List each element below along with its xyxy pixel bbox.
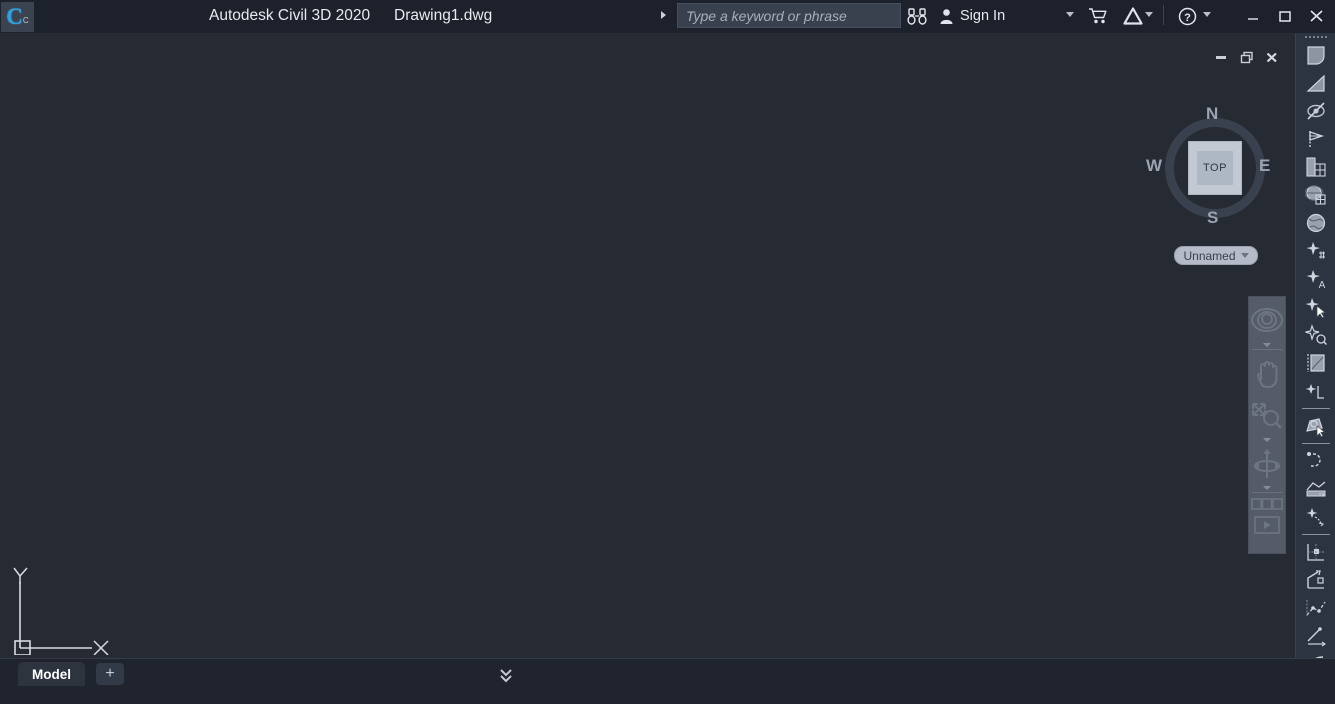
chevron-down-icon[interactable] [1066,12,1074,20]
point-hash-icon[interactable] [1296,237,1335,265]
pan-button[interactable] [1249,352,1285,394]
viewcube-cube[interactable]: TOP [1188,141,1242,195]
person-icon[interactable] [936,4,956,28]
window-close-button[interactable] [1303,4,1329,28]
point-group-icon[interactable] [1296,377,1335,405]
window-minimize-button[interactable] [1240,4,1266,28]
app-logo-button[interactable]: C C [1,2,34,32]
civil3d-tool-palette: A [1295,33,1335,658]
title-bar: C C Autodesk Civil 3D 2020 Drawing1.dwg … [0,0,1335,33]
document-close-button[interactable] [1261,47,1283,67]
autodesk-triangle-icon[interactable] [1121,4,1145,28]
binoculars-icon[interactable] [905,4,929,28]
drawing-canvas[interactable]: N S W E TOP Unnamed [0,33,1292,658]
ucs-axis-icon [12,560,112,655]
globe-map-icon[interactable] [1296,209,1335,237]
eye-slash-icon[interactable] [1296,97,1335,125]
chevron-down-icon[interactable] [1145,12,1153,20]
point-table-icon[interactable] [1296,349,1335,377]
steering-wheel-caret-icon[interactable] [1263,343,1271,347]
document-title: Drawing1.dwg [394,7,492,25]
compass-south-label[interactable]: S [1207,208,1218,228]
sign-in-label[interactable]: Sign In [960,8,1005,24]
feature-line-icon[interactable] [1296,594,1335,622]
document-restore-button[interactable] [1236,47,1258,67]
showmotion-thumbnails-icon[interactable] [1249,495,1285,513]
navigation-bar [1248,296,1286,554]
triangle-mesh-icon[interactable] [1296,69,1335,97]
compass-east-label[interactable]: E [1259,156,1270,176]
chevron-right-icon[interactable] [661,11,666,19]
ucs-selector-dropdown[interactable]: Unnamed [1174,246,1258,265]
civil3d-logo-sub: C [23,16,29,25]
toolbar-drag-grip[interactable] [1296,33,1335,41]
steering-wheel-button[interactable] [1249,297,1285,343]
alignment-curve-icon[interactable] [1296,447,1335,475]
navbar-divider [1252,492,1282,493]
grading-grid-icon[interactable] [1296,538,1335,566]
orbit-button[interactable] [1249,442,1285,486]
help-question-icon[interactable]: ? [1176,4,1198,28]
titlebar-divider [1163,5,1164,25]
slope-arrow-icon[interactable] [1296,566,1335,594]
civil3d-logo-icon: C [6,5,22,28]
flag-boundary-icon[interactable] [1296,125,1335,153]
navbar-divider [1252,349,1282,350]
double-chevron-down-icon[interactable] [498,667,514,690]
parcel-cursor-icon[interactable] [1296,412,1335,440]
toolbar-divider [1302,408,1330,409]
chevron-down-icon[interactable] [1203,12,1211,20]
compass-north-label[interactable]: N [1206,104,1218,124]
shopping-cart-icon[interactable] [1087,4,1109,28]
point-a-icon[interactable]: A [1296,265,1335,293]
profile-view-icon[interactable] [1296,475,1335,503]
orbit-caret-icon[interactable] [1263,486,1271,490]
point-cursor-icon[interactable] [1296,293,1335,321]
compass-west-label[interactable]: W [1146,156,1162,176]
surface-flag-icon[interactable] [1296,41,1335,69]
svg-text:?: ? [1184,12,1191,24]
chevron-down-icon [1241,253,1249,258]
ucs-selector-label: Unnamed [1183,249,1235,263]
toolbar-divider [1302,534,1330,535]
document-minimize-button[interactable] [1210,47,1232,67]
viewcube[interactable]: N S W E TOP [1155,108,1275,228]
svg-text:A: A [1319,280,1326,290]
section-grid-icon[interactable] [1296,153,1335,181]
globe-grid-icon[interactable] [1296,181,1335,209]
zoom-button[interactable] [1249,394,1285,438]
add-layout-button[interactable]: + [96,663,124,685]
status-bar: Model + MODEL [0,658,1335,704]
corridor-node-icon[interactable] [1296,503,1335,531]
elevation-edit-icon[interactable] [1296,622,1335,650]
point-magnifier-icon[interactable] [1296,321,1335,349]
showmotion-play-button[interactable] [1249,513,1285,537]
search-input[interactable]: Type a keyword or phrase [677,3,901,28]
civil3d-application-window: C C Autodesk Civil 3D 2020 Drawing1.dwg … [0,0,1335,704]
window-maximize-button[interactable] [1272,4,1298,28]
application-title: Autodesk Civil 3D 2020 [209,7,370,25]
tab-model[interactable]: Model [18,662,85,686]
toolbar-divider [1302,443,1330,444]
search-placeholder: Type a keyword or phrase [686,8,847,24]
viewcube-top-face[interactable]: TOP [1197,151,1233,185]
